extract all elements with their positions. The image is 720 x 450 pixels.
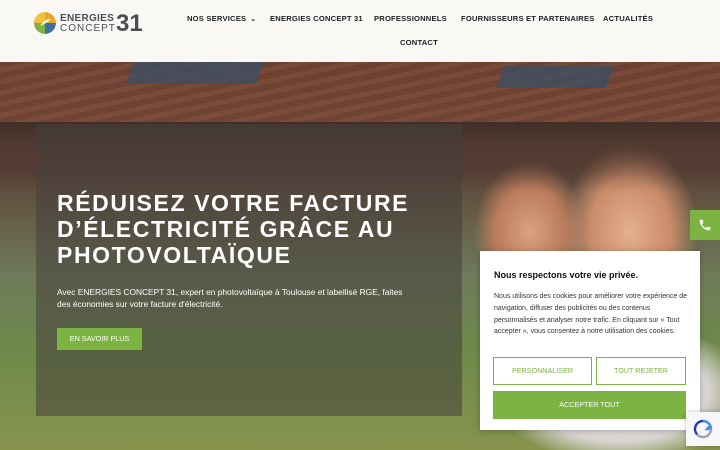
nav-item-fournisseurs[interactable]: FOURNISSEURS ET PARTENAIRES xyxy=(461,14,595,23)
en-savoir-plus-button[interactable]: EN SAVOIR PLUS xyxy=(57,328,142,350)
cookie-description: Nous utilisons des cookies pour améliore… xyxy=(494,293,687,336)
accepter-tout-button[interactable]: ACCEPTER TOUT xyxy=(493,391,686,419)
cookie-consent-panel: Nous respectons votre vie privée. Nous u… xyxy=(480,251,700,430)
logo-globe-icon xyxy=(34,12,56,34)
nav-item-professionnels[interactable]: PROFESSIONNELS xyxy=(374,14,447,23)
phone-button[interactable] xyxy=(690,210,720,240)
logo-line2: CONCEPT xyxy=(60,23,116,34)
phone-icon xyxy=(699,219,711,231)
personnaliser-button[interactable]: PERSONNALISER xyxy=(493,357,592,385)
cookie-title: Nous respectons votre vie privée. xyxy=(494,270,639,280)
logo-text: ENERGIES CONCEPT xyxy=(60,14,116,34)
tout-rejeter-button[interactable]: TOUT REJETER xyxy=(596,357,686,385)
hero-text-overlay xyxy=(36,124,462,416)
nav-item-nos-services[interactable]: NOS SERVICES ⌄ xyxy=(187,14,256,23)
hero-description: Avec ENERGIES CONCEPT 31, expert en phot… xyxy=(57,287,403,309)
site-logo[interactable]: ENERGIES CONCEPT 31 xyxy=(34,12,143,38)
chevron-down-icon: ⌄ xyxy=(250,16,257,23)
nav-item-contact[interactable]: CONTACT xyxy=(400,38,438,47)
nav-item-energies-concept[interactable]: ENERGIES CONCEPT 31 xyxy=(270,14,363,23)
solar-panel-image xyxy=(495,66,615,88)
recaptcha-icon xyxy=(693,419,713,439)
nav-label: NOS SERVICES xyxy=(187,14,247,23)
hero-title: RÉDUISEZ VOTRE FACTURE D’ÉLECTRICITÉ GRÂ… xyxy=(57,190,410,268)
logo-number: 31 xyxy=(116,10,143,37)
nav-item-actualites[interactable]: ACTUALITÉS xyxy=(603,14,653,23)
solar-panel-image xyxy=(125,62,265,84)
site-header: ENERGIES CONCEPT 31 NOS SERVICES ⌄ ENERGI… xyxy=(0,0,720,62)
recaptcha-badge[interactable] xyxy=(686,412,720,446)
